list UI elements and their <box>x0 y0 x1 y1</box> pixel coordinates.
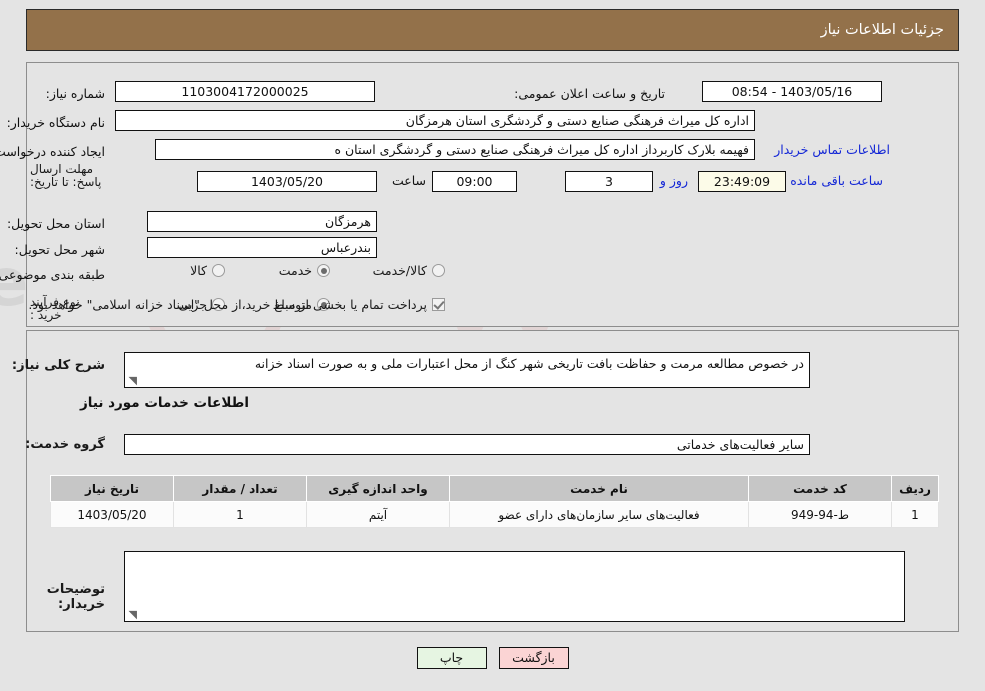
description-label: شرح کلی نیاز: <box>11 358 105 373</box>
category-option-khedmat-label: خدمت <box>278 263 312 278</box>
creator-label: ایجاد کننده درخواست: <box>0 143 105 159</box>
cell-date: 1403/05/20 <box>50 501 174 528</box>
print-button[interactable]: چاپ <box>416 647 487 669</box>
services-table: ردیف کد خدمت نام خدمت واحد اندازه گیری ت… <box>50 475 939 528</box>
treasury-checkbox-group[interactable]: پرداخت تمام یا بخشی از مبلغ خرید،از محل … <box>14 297 445 312</box>
cell-index: 1 <box>891 501 939 528</box>
category-option-kala-khedmat[interactable]: کالا/خدمت <box>359 263 445 278</box>
category-label: طبقه بندی موضوعی: <box>0 266 105 282</box>
treasury-checkbox-icon[interactable] <box>432 298 445 311</box>
buyer-org-label: نام دستگاه خریدار: <box>6 114 105 130</box>
days-word-label: روز و <box>659 173 688 188</box>
treasury-checkbox-label: پرداخت تمام یا بخشی از مبلغ خرید،از محل … <box>28 297 427 312</box>
col-name: نام خدمت <box>449 475 749 502</box>
col-quantity: تعداد / مقدار <box>173 475 307 502</box>
buyer-org-value: اداره کل میراث فرهنگی صنایع دستی و گردشگ… <box>115 110 755 131</box>
col-index: ردیف <box>891 475 939 502</box>
countdown-value: 23:49:09 <box>698 171 786 192</box>
radio-kala-icon[interactable] <box>212 264 225 277</box>
button-bar: بازگشت چاپ <box>0 647 985 669</box>
description-textarea[interactable]: در خصوص مطالعه مرمت و حفاظت بافت تاریخی … <box>124 352 810 388</box>
page-title: جزئیات اطلاعات نیاز <box>820 22 944 38</box>
need-number-row: شماره نیاز: <box>40 82 105 104</box>
city-row: شهر محل تحویل: <box>9 238 105 260</box>
buyer-org-row: نام دستگاه خریدار: <box>1 111 105 133</box>
resize-grip-icon-2[interactable]: ◥ <box>127 609 137 620</box>
days-remaining-value: 3 <box>565 171 653 192</box>
creator-row: ایجاد کننده درخواست: <box>0 140 105 162</box>
province-label: استان محل تحویل: <box>6 215 105 231</box>
category-option-kala-khedmat-label: کالا/خدمت <box>372 263 427 278</box>
buyer-notes-label: توضیحات خریدار: <box>46 582 105 612</box>
deadline-time-value: 09:00 <box>432 171 517 192</box>
resize-grip-icon[interactable]: ◥ <box>127 375 137 386</box>
buyer-notes-textarea[interactable]: ◥ <box>124 551 905 622</box>
radio-khedmat-icon[interactable] <box>317 264 330 277</box>
province-value: هرمزگان <box>147 211 377 232</box>
category-row: طبقه بندی موضوعی: <box>0 263 105 285</box>
description-text: در خصوص مطالعه مرمت و حفاظت بافت تاریخی … <box>254 356 804 371</box>
city-value: بندرعباس <box>147 237 377 258</box>
table-header-row: ردیف کد خدمت نام خدمت واحد اندازه گیری ت… <box>50 475 939 502</box>
table-row: 1 ط-94-949 فعالیت‌های سایر سازمان‌های دا… <box>50 501 939 528</box>
creator-value: فهیمه بلارک کاربرداز اداره کل میراث فرهن… <box>155 139 755 160</box>
announce-date-value: 1403/05/16 - 08:54 <box>702 81 882 102</box>
category-option-kala[interactable]: کالا <box>176 263 225 278</box>
category-option-kala-label: کالا <box>190 263 207 278</box>
radio-kala-khedmat-icon[interactable] <box>432 264 445 277</box>
page-header: جزئیات اطلاعات نیاز <box>26 9 959 51</box>
service-group-label: گروه خدمت: <box>25 437 105 452</box>
announce-date-row: تاریخ و ساعت اعلان عمومی: <box>508 82 665 104</box>
cell-unit: آیتم <box>306 501 450 528</box>
cell-name: فعالیت‌های سایر سازمان‌های دارای عضو <box>449 501 749 528</box>
province-row: استان محل تحویل: <box>1 212 105 234</box>
countdown-suffix-label: ساعت باقی مانده <box>790 173 883 188</box>
deadline-date-value: 1403/05/20 <box>197 171 377 192</box>
back-button[interactable]: بازگشت <box>498 647 569 669</box>
category-option-khedmat[interactable]: خدمت <box>265 263 330 278</box>
deadline-time-label: ساعت <box>391 173 426 188</box>
service-group-value: سایر فعالیت‌های خدماتی <box>124 434 810 455</box>
services-section-title: اطلاعات خدمات مورد نیاز <box>79 395 249 411</box>
announce-date-label: تاریخ و ساعت اعلان عمومی: <box>514 85 665 101</box>
col-unit: واحد اندازه گیری <box>306 475 450 502</box>
cell-code: ط-94-949 <box>748 501 892 528</box>
cell-quantity: 1 <box>173 501 307 528</box>
city-label: شهر محل تحویل: <box>14 241 105 257</box>
deadline-label: مهلت ارسال پاسخ: تا تاریخ: <box>30 162 102 189</box>
need-number-label: شماره نیاز: <box>45 85 105 101</box>
col-date: تاریخ نیاز <box>50 475 174 502</box>
buyer-contact-link[interactable]: اطلاعات تماس خریدار <box>774 142 890 157</box>
col-code: کد خدمت <box>748 475 892 502</box>
need-number-value: 1103004172000025 <box>115 81 375 102</box>
